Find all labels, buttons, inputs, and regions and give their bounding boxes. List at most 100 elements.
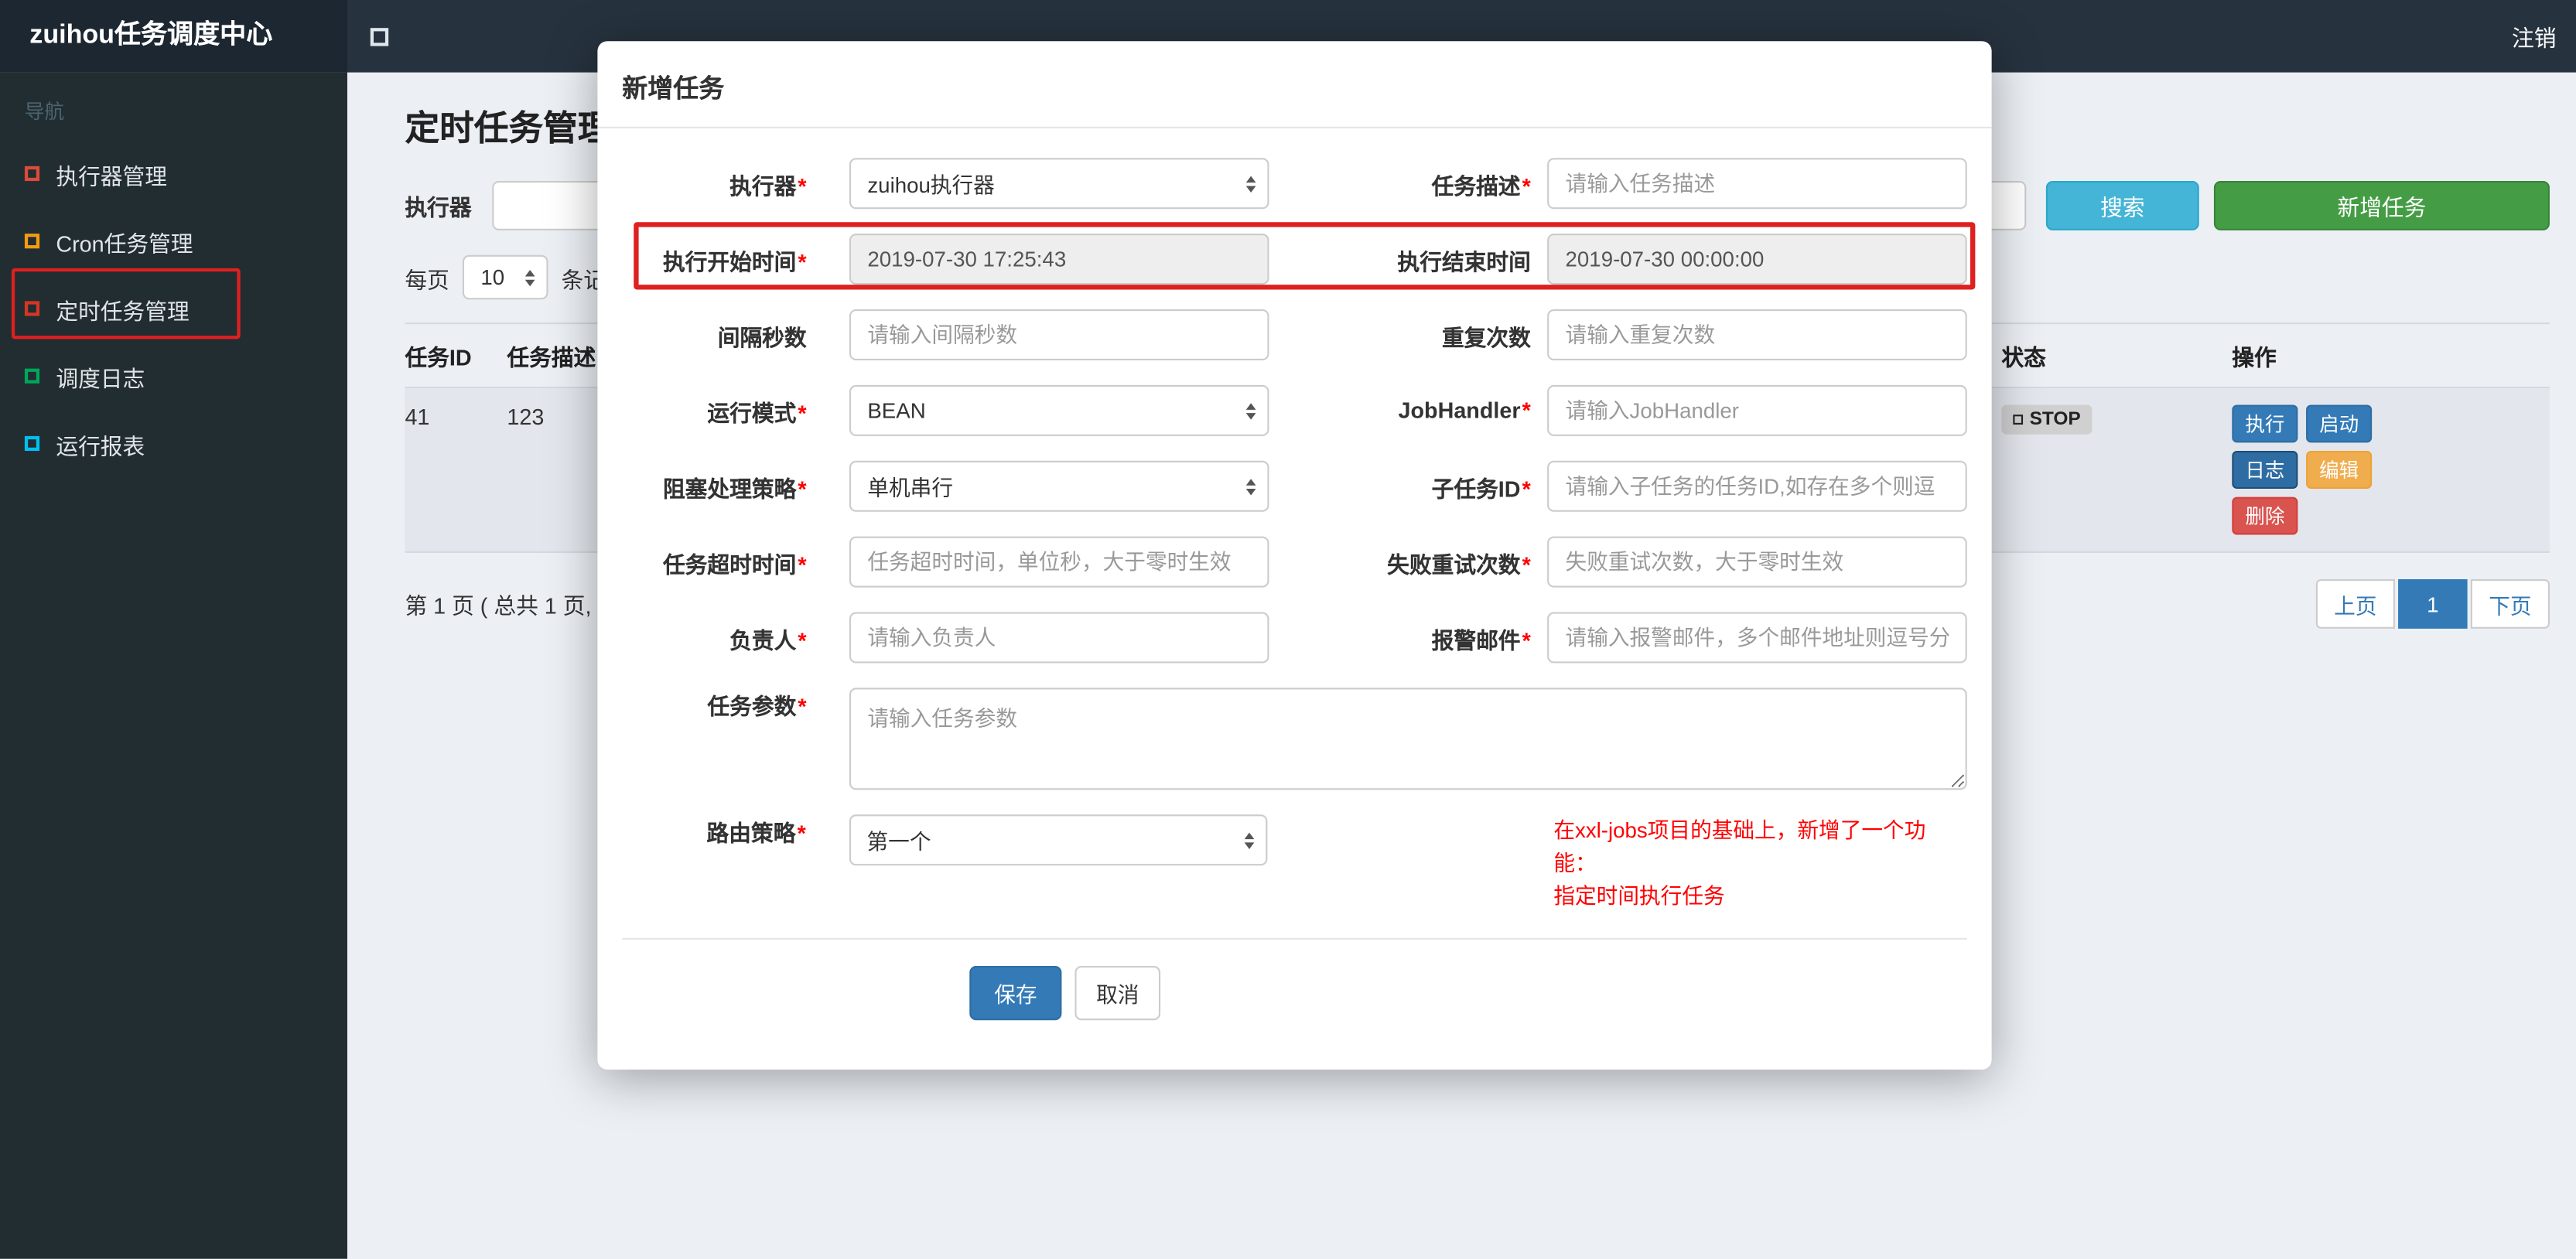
per-page-select-value: 10 [480, 264, 505, 290]
required-marker: * [798, 249, 807, 275]
form-row-datetime: 执行开始时间* 执行结束时间 [622, 234, 1967, 285]
edit-button[interactable]: 编辑 [2306, 451, 2373, 489]
logout-link[interactable]: 注销 [2492, 0, 2576, 73]
executor-select-value: zuihou执行器 [867, 172, 995, 198]
select-arrows-icon [524, 268, 535, 286]
sidebar-item-cron-task[interactable]: Cron任务管理 [0, 207, 347, 275]
required-marker: * [797, 821, 806, 846]
route-strategy-label: 路由策略 * [706, 821, 806, 846]
sidebar-item-label: 执行器管理 [56, 163, 167, 189]
job-handler-label: JobHandler * [1398, 397, 1531, 423]
child-job-id-label: 子任务ID * [1431, 476, 1531, 501]
route-strategy-select[interactable]: 第一个 [849, 814, 1268, 866]
delete-button[interactable]: 删除 [2232, 496, 2298, 535]
feature-note: 在xxl-jobs项目的基础上，新增了一个功能： 指定时间执行任务 [1553, 814, 1966, 913]
select-arrows-icon [1244, 831, 1255, 848]
end-time-label: 执行结束时间 [1397, 249, 1531, 275]
run-mode-select[interactable]: BEAN [849, 384, 1269, 436]
repeat-input[interactable] [1547, 309, 1967, 360]
start-time-label: 执行开始时间 * [662, 249, 807, 275]
alarm-email-input[interactable] [1547, 612, 1967, 664]
stop-square-icon [2013, 415, 2024, 425]
status-cell: STOP [2001, 404, 2232, 435]
executor-label: 执行器 * [729, 173, 807, 199]
job-param-textarea[interactable] [849, 688, 1967, 790]
header-task-id: 任务ID [405, 345, 472, 370]
modal-footer: 保存 取消 [622, 937, 1967, 1070]
pager: 上页 1 下页 [2315, 578, 2550, 629]
feature-note-line2: 指定时间执行任务 [1553, 883, 1725, 909]
interval-label: 间隔秒数 [717, 325, 807, 350]
block-strategy-label: 阻塞处理策略 * [662, 476, 807, 501]
pagination-info: 第 1 页 ( 总共 1 页, 1 [405, 594, 610, 619]
add-task-button[interactable]: 新增任务 [2213, 181, 2550, 230]
block-strategy-select[interactable]: 单机串行 [849, 460, 1269, 512]
fail-retry-input[interactable] [1547, 536, 1967, 588]
required-marker: * [1522, 551, 1531, 577]
sidebar-toggle-icon[interactable] [347, 0, 412, 73]
save-button[interactable]: 保存 [969, 966, 1062, 1021]
executor-select[interactable]: zuihou执行器 [849, 158, 1269, 210]
cancel-button[interactable]: 取消 [1074, 966, 1161, 1021]
required-marker: * [798, 401, 807, 426]
job-param-label: 任务参数 * [707, 694, 807, 719]
form-row: 任务超时时间* 失败重试次数* [622, 536, 1967, 588]
sidebar-item-label: 运行报表 [56, 433, 145, 459]
fail-retry-label: 失败重试次数 * [1387, 551, 1531, 577]
alarm-email-label: 报警邮件 * [1431, 627, 1531, 653]
log-button[interactable]: 日志 [2232, 451, 2298, 489]
sidebar-item-timed-task[interactable]: 定时任务管理 [0, 275, 347, 342]
form-row: 负责人* 报警邮件* [622, 612, 1967, 664]
sidebar-item-dispatch-log[interactable]: 调度日志 [0, 343, 347, 410]
author-input[interactable] [849, 612, 1269, 664]
required-marker: * [798, 551, 807, 577]
feature-note-line1: 在xxl-jobs项目的基础上，新增了一个功能： [1553, 817, 1926, 875]
modal-title: 新增任务 [622, 75, 725, 104]
job-handler-input[interactable] [1547, 384, 1967, 436]
sidebar-item-executor-manage[interactable]: 执行器管理 [0, 140, 347, 207]
sidebar-item-label: 定时任务管理 [56, 299, 190, 324]
run-button[interactable]: 执行 [2232, 404, 2298, 443]
timeout-input[interactable] [849, 536, 1269, 588]
form-row: 间隔秒数 重复次数 [622, 309, 1967, 360]
header-actions: 操作 [2232, 345, 2277, 370]
status-badge: STOP [2001, 404, 2093, 435]
end-time-input[interactable] [1547, 234, 1967, 285]
run-mode-label: 运行模式 * [707, 401, 807, 426]
square-icon [24, 165, 40, 182]
interval-input[interactable] [849, 309, 1269, 360]
select-arrows-icon [1245, 175, 1256, 192]
page-1-button[interactable]: 1 [2398, 578, 2468, 629]
per-page-select[interactable]: 10 [462, 254, 548, 300]
timeout-label: 任务超时时间 * [662, 551, 807, 577]
required-marker: * [1522, 173, 1531, 199]
run-mode-select-value: BEAN [867, 397, 926, 423]
brand-title: zuihou任务调度中心 [0, 0, 347, 73]
square-icon [24, 435, 40, 452]
required-marker: * [798, 476, 807, 501]
form-row: 运行模式 * BEAN JobHandler * [622, 384, 1967, 436]
sidebar-item-run-report[interactable]: 运行报表 [0, 410, 347, 477]
square-icon [24, 301, 40, 316]
job-desc-input[interactable] [1547, 158, 1967, 210]
modal-header: 新增任务 [597, 41, 1992, 128]
executor-filter-label: 执行器 [405, 196, 472, 221]
start-button[interactable]: 启动 [2306, 404, 2373, 443]
actions-cell: 执行 启动 日志 编辑 删除 [2232, 404, 2416, 535]
start-time-input[interactable] [849, 234, 1269, 285]
app-viewport: zuihou任务调度中心 注销 导航 执行器管理 Cron任务管理 定时任务管理… [0, 0, 2576, 1259]
search-button[interactable]: 搜索 [2045, 181, 2199, 230]
prev-page-button[interactable]: 上页 [2315, 578, 2395, 629]
task-id-cell: 41 [405, 404, 430, 430]
author-label: 负责人 * [729, 627, 807, 653]
add-task-modal: 新增任务 执行器* zuihou执行器 任务描述* 执行开始时间* 执行结束时间… [597, 41, 1992, 1070]
form-row: 执行器 * zuihou执行器 任务描述 * [622, 158, 1967, 210]
sidebar-item-label: 调度日志 [56, 366, 145, 391]
nav-section-label: 导航 [24, 100, 65, 124]
header-status: 状态 [2001, 345, 2046, 370]
square-icon [24, 234, 40, 249]
block-strategy-select-value: 单机串行 [867, 475, 954, 500]
route-strategy-select-value: 第一个 [866, 829, 931, 855]
next-page-button[interactable]: 下页 [2470, 578, 2550, 629]
child-job-id-input[interactable] [1547, 460, 1967, 512]
